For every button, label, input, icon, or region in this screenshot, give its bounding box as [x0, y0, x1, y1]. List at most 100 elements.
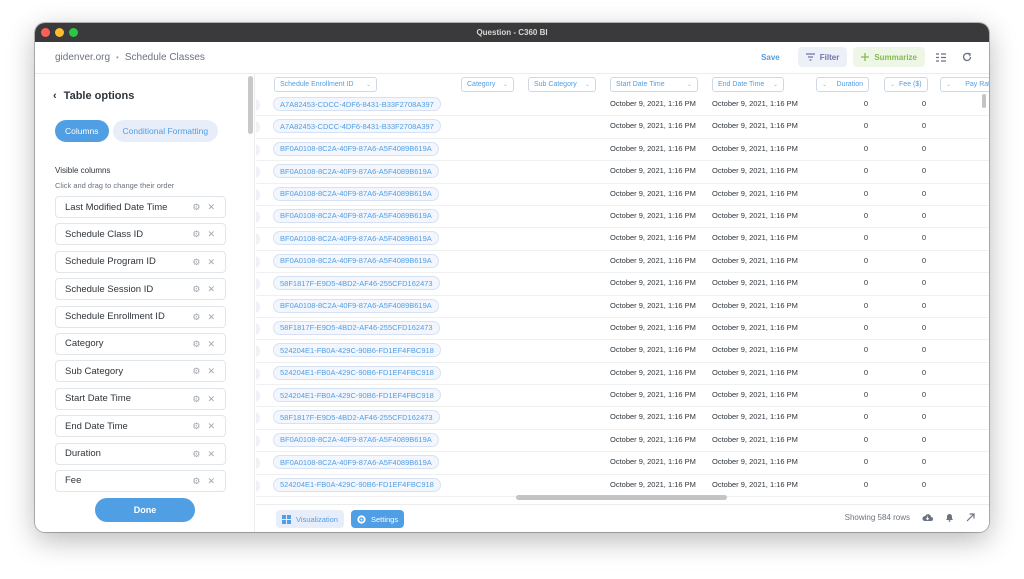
expand-icon[interactable]: [966, 513, 975, 522]
column-item[interactable]: Category ⚙ ✕: [55, 332, 226, 355]
column-item[interactable]: End Date Time ⚙ ✕: [55, 415, 226, 438]
close-icon[interactable]: ✕: [207, 449, 215, 460]
table-row[interactable]: 524204E1-FB0A-429C-90B6-FD1EF4FBC918 Octo…: [256, 363, 989, 386]
gear-icon[interactable]: ⚙: [192, 312, 200, 323]
table-row[interactable]: 58F1817F-E9D5-4BD2-AF46-255CFD162473 Octo…: [256, 407, 989, 430]
gear-icon[interactable]: ⚙: [192, 366, 200, 377]
column-header[interactable]: ⌄ Pay Rate: [940, 77, 989, 92]
breadcrumb-table[interactable]: Schedule Classes: [125, 52, 205, 63]
column-item[interactable]: Sub Category ⚙ ✕: [55, 360, 226, 383]
visualization-button[interactable]: Visualization: [276, 510, 344, 528]
table-row[interactable]: BF0A0108-8C2A-40F9-87A6-A5F4089B619A Octo…: [256, 430, 989, 453]
minimize-window-button[interactable]: [55, 28, 64, 37]
column-header[interactable]: Sub Category ⌄: [528, 77, 596, 92]
enrollment-id-link[interactable]: BF0A0108-8C2A-40F9-87A6-A5F4089B619A: [273, 208, 439, 223]
enrollment-id-link[interactable]: 524204E1-FB0A-429C-90B6-FD1EF4FBC918: [273, 343, 441, 358]
filter-button[interactable]: Filter: [797, 47, 848, 67]
enrollment-id-link[interactable]: 524204E1-FB0A-429C-90B6-FD1EF4FBC918: [273, 388, 441, 403]
sidebar-scrollbar[interactable]: [248, 76, 253, 134]
enrollment-id-link[interactable]: BF0A0108-8C2A-40F9-87A6-A5F4089B619A: [273, 186, 439, 201]
gear-icon[interactable]: ⚙: [192, 257, 200, 268]
gear-icon[interactable]: ⚙: [192, 339, 200, 350]
settings-button[interactable]: Settings: [351, 510, 405, 528]
gear-icon[interactable]: ⚙: [192, 476, 200, 487]
table-row[interactable]: BF0A0108-8C2A-40F9-87A6-A5F4089B619A Octo…: [256, 161, 989, 184]
table-row[interactable]: BF0A0108-8C2A-40F9-87A6-A5F4089B619A Octo…: [256, 296, 989, 318]
close-icon[interactable]: ✕: [207, 339, 215, 350]
gear-icon[interactable]: ⚙: [192, 394, 200, 405]
table-row[interactable]: A7A82453-CDCC-4DF6-8431-B33F2708A397 Octo…: [256, 116, 989, 139]
column-item[interactable]: Start Date Time ⚙ ✕: [55, 387, 226, 410]
column-item[interactable]: Schedule Enrollment ID ⚙ ✕: [55, 305, 226, 328]
table-row[interactable]: 58F1817F-E9D5-4BD2-AF46-255CFD162473 Octo…: [256, 273, 989, 296]
enrollment-id-link[interactable]: BF0A0108-8C2A-40F9-87A6-A5F4089B619A: [273, 253, 439, 268]
gear-icon[interactable]: ⚙: [192, 449, 200, 460]
enrollment-id-link[interactable]: 524204E1-FB0A-429C-90B6-FD1EF4FBC918: [273, 365, 441, 380]
enrollment-id-link[interactable]: 58F1817F-E9D5-4BD2-AF46-255CFD162473: [273, 410, 440, 425]
enrollment-id-link[interactable]: BF0A0108-8C2A-40F9-87A6-A5F4089B619A: [273, 455, 439, 470]
enrollment-id-link[interactable]: 58F1817F-E9D5-4BD2-AF46-255CFD162473: [273, 276, 440, 291]
gear-icon[interactable]: ⚙: [192, 202, 200, 213]
enrollment-id-link[interactable]: 58F1817F-E9D5-4BD2-AF46-255CFD162473: [273, 320, 440, 335]
close-icon[interactable]: ✕: [207, 257, 215, 268]
tab-columns[interactable]: Columns: [55, 120, 109, 142]
column-item[interactable]: Schedule Class ID ⚙ ✕: [55, 223, 226, 246]
table-row[interactable]: 524204E1-FB0A-429C-90B6-FD1EF4FBC918 Octo…: [256, 340, 989, 363]
column-item[interactable]: Schedule Program ID ⚙ ✕: [55, 250, 226, 273]
column-header[interactable]: Category ⌄: [461, 77, 514, 92]
column-header[interactable]: ⌄ Fee ($): [884, 77, 928, 92]
enrollment-id-link[interactable]: 524204E1-FB0A-429C-90B6-FD1EF4FBC918: [273, 477, 441, 492]
table-row[interactable]: BF0A0108-8C2A-40F9-87A6-A5F4089B619A Octo…: [256, 139, 989, 162]
table-options-back[interactable]: ‹ Table options: [53, 90, 134, 102]
column-item[interactable]: Fee ⚙ ✕: [55, 469, 226, 492]
close-icon[interactable]: ✕: [207, 366, 215, 377]
column-header[interactable]: ⌄ Duration: [816, 77, 869, 92]
table-row[interactable]: BF0A0108-8C2A-40F9-87A6-A5F4089B619A Octo…: [256, 206, 989, 229]
save-button[interactable]: Save: [761, 53, 780, 62]
column-item[interactable]: Schedule Session ID ⚙ ✕: [55, 278, 226, 301]
table-row[interactable]: BF0A0108-8C2A-40F9-87A6-A5F4089B619A Octo…: [256, 184, 989, 206]
bell-icon[interactable]: [945, 513, 954, 522]
close-icon[interactable]: ✕: [207, 476, 215, 487]
table-row[interactable]: BF0A0108-8C2A-40F9-87A6-A5F4089B619A Octo…: [256, 452, 989, 475]
close-icon[interactable]: ✕: [207, 202, 215, 213]
close-icon[interactable]: ✕: [207, 284, 215, 295]
table-row[interactable]: 58F1817F-E9D5-4BD2-AF46-255CFD162473 Octo…: [256, 318, 989, 341]
column-item[interactable]: Last Modified Date Time ⚙ ✕: [55, 196, 226, 218]
zoom-window-button[interactable]: [69, 28, 78, 37]
summarize-button[interactable]: Summarize: [853, 47, 925, 67]
horizontal-scrollbar[interactable]: [516, 495, 727, 500]
close-window-button[interactable]: [41, 28, 50, 37]
refresh-icon[interactable]: [957, 47, 977, 67]
vertical-scrollbar[interactable]: [982, 94, 986, 108]
table-row[interactable]: 524204E1-FB0A-429C-90B6-FD1EF4FBC918 Octo…: [256, 475, 989, 498]
enrollment-id-link[interactable]: BF0A0108-8C2A-40F9-87A6-A5F4089B619A: [273, 141, 439, 156]
download-icon[interactable]: [922, 513, 933, 522]
breadcrumb-database[interactable]: gidenver.org: [55, 52, 110, 63]
gear-icon[interactable]: ⚙: [192, 284, 200, 295]
enrollment-id-link[interactable]: BF0A0108-8C2A-40F9-87A6-A5F4089B619A: [273, 231, 439, 246]
table-row[interactable]: BF0A0108-8C2A-40F9-87A6-A5F4089B619A Octo…: [256, 251, 989, 274]
enrollment-id-link[interactable]: A7A82453-CDCC-4DF6-8431-B33F2708A397: [273, 97, 441, 111]
table-row[interactable]: 524204E1-FB0A-429C-90B6-FD1EF4FBC918 Octo…: [256, 385, 989, 408]
column-header[interactable]: End Date Time ⌄: [712, 77, 784, 92]
table-row[interactable]: BF0A0108-8C2A-40F9-87A6-A5F4089B619A Octo…: [256, 228, 989, 251]
enrollment-id-link[interactable]: BF0A0108-8C2A-40F9-87A6-A5F4089B619A: [273, 432, 439, 447]
close-icon[interactable]: ✕: [207, 229, 215, 240]
column-header[interactable]: Schedule Enrollment ID ⌄: [274, 77, 377, 92]
close-icon[interactable]: ✕: [207, 421, 215, 432]
gear-icon[interactable]: ⚙: [192, 229, 200, 240]
column-header[interactable]: Start Date Time ⌄: [610, 77, 698, 92]
sort-icon[interactable]: [931, 47, 951, 67]
enrollment-id-link[interactable]: A7A82453-CDCC-4DF6-8431-B33F2708A397: [273, 119, 441, 134]
header-actions: Save Filter Summarize: [761, 47, 977, 67]
table-row[interactable]: A7A82453-CDCC-4DF6-8431-B33F2708A397 Octo…: [256, 94, 989, 117]
enrollment-id-link[interactable]: BF0A0108-8C2A-40F9-87A6-A5F4089B619A: [273, 164, 439, 179]
column-item[interactable]: Duration ⚙ ✕: [55, 442, 226, 465]
enrollment-id-link[interactable]: BF0A0108-8C2A-40F9-87A6-A5F4089B619A: [273, 298, 439, 313]
tab-conditional-formatting[interactable]: Conditional Formatting: [112, 120, 219, 142]
close-icon[interactable]: ✕: [207, 394, 215, 405]
done-button[interactable]: Done: [95, 498, 195, 522]
close-icon[interactable]: ✕: [207, 312, 215, 323]
gear-icon[interactable]: ⚙: [192, 421, 200, 432]
